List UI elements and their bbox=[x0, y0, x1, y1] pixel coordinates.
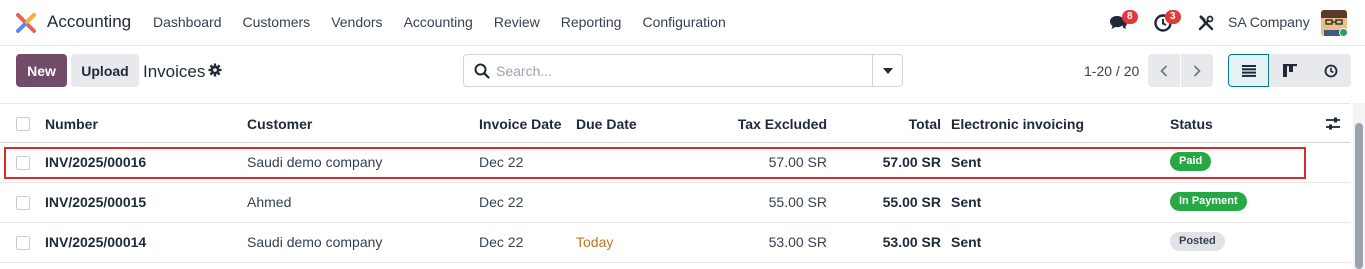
menu-item-configuration[interactable]: Configuration bbox=[642, 14, 725, 30]
search-input[interactable] bbox=[496, 61, 866, 81]
top-navbar: Accounting Dashboard Customers Vendors A… bbox=[0, 0, 1365, 46]
menu-item-dashboard[interactable]: Dashboard bbox=[153, 14, 222, 30]
cell-invoice-date: Dec 22 bbox=[479, 234, 524, 250]
caret-down-icon bbox=[882, 67, 893, 74]
cell-electronic-invoicing: Sent bbox=[951, 194, 982, 210]
cell-tax-excluded: 53.00 SR bbox=[768, 234, 827, 250]
menu-item-review[interactable]: Review bbox=[494, 14, 540, 30]
table-header: Number Customer Invoice Date Due Date Ta… bbox=[0, 103, 1350, 143]
table-row[interactable]: INV/2025/00015 Ahmed Dec 22 55.00 SR 55.… bbox=[0, 183, 1350, 223]
cell-tax-excluded: 55.00 SR bbox=[768, 194, 827, 210]
accounting-app-icon[interactable] bbox=[15, 12, 37, 34]
optional-columns-icon[interactable] bbox=[1325, 116, 1341, 131]
column-header-invoice-date[interactable]: Invoice Date bbox=[479, 116, 561, 132]
list-icon bbox=[1241, 64, 1256, 77]
select-all-checkbox[interactable] bbox=[16, 117, 30, 131]
menu-item-accounting[interactable]: Accounting bbox=[404, 14, 473, 30]
cell-number: INV/2025/00014 bbox=[45, 234, 147, 250]
search-options-toggle[interactable] bbox=[872, 55, 902, 86]
menu-item-vendors[interactable]: Vendors bbox=[331, 14, 382, 30]
cell-total: 53.00 SR bbox=[882, 234, 941, 250]
cell-customer: Saudi demo company bbox=[247, 234, 383, 250]
activity-view-button[interactable] bbox=[1310, 54, 1351, 87]
column-header-tax-excluded[interactable]: Tax Excluded bbox=[700, 116, 827, 132]
app-name[interactable]: Accounting bbox=[47, 12, 131, 32]
table-row[interactable]: INV/2025/00014 Saudi demo company Dec 22… bbox=[0, 223, 1350, 263]
search-bar bbox=[463, 54, 903, 87]
clock-icon bbox=[1324, 64, 1337, 77]
tools-icon[interactable] bbox=[1198, 15, 1214, 31]
cell-electronic-invoicing: Sent bbox=[951, 234, 982, 250]
column-header-total[interactable]: Total bbox=[841, 116, 941, 132]
column-header-number[interactable]: Number bbox=[45, 116, 98, 132]
cell-invoice-date: Dec 22 bbox=[479, 194, 524, 210]
company-switcher[interactable]: SA Company bbox=[1228, 14, 1310, 30]
search-icon bbox=[474, 63, 490, 79]
row-highlight-outline bbox=[4, 147, 1306, 179]
row-checkbox[interactable] bbox=[16, 196, 30, 210]
gear-icon[interactable] bbox=[208, 63, 222, 77]
chevron-right-icon bbox=[1193, 64, 1201, 77]
messages-badge: 8 bbox=[1122, 10, 1138, 24]
menu-item-reporting[interactable]: Reporting bbox=[561, 14, 622, 30]
main-menu: Dashboard Customers Vendors Accounting R… bbox=[153, 14, 747, 30]
list-view-button[interactable] bbox=[1228, 54, 1269, 87]
activities-badge: 3 bbox=[1165, 10, 1181, 24]
pager-previous-button[interactable] bbox=[1148, 54, 1180, 87]
scrollbar-thumb[interactable] bbox=[1355, 123, 1363, 269]
kanban-icon bbox=[1282, 64, 1297, 77]
chevron-left-icon bbox=[1160, 64, 1168, 77]
new-button[interactable]: New bbox=[16, 54, 67, 87]
status-badge: Posted bbox=[1170, 232, 1225, 251]
column-header-due-date[interactable]: Due Date bbox=[576, 116, 637, 132]
pager-value[interactable]: 1-20 / 20 bbox=[1084, 63, 1139, 79]
cell-total: 55.00 SR bbox=[882, 194, 941, 210]
upload-button[interactable]: Upload bbox=[71, 54, 139, 87]
row-checkbox[interactable] bbox=[16, 236, 30, 250]
cell-due-date: Today bbox=[576, 234, 614, 250]
cell-customer: Ahmed bbox=[247, 194, 292, 210]
column-header-status[interactable]: Status bbox=[1170, 116, 1213, 132]
page-title[interactable]: Invoices bbox=[143, 62, 205, 82]
cell-number: INV/2025/00015 bbox=[45, 194, 147, 210]
status-badge: In Payment bbox=[1170, 192, 1247, 211]
menu-item-customers[interactable]: Customers bbox=[243, 14, 311, 30]
kanban-view-button[interactable] bbox=[1269, 54, 1310, 87]
online-status-dot bbox=[1339, 28, 1348, 37]
pager-next-button[interactable] bbox=[1181, 54, 1213, 87]
column-header-electronic-invoicing[interactable]: Electronic invoicing bbox=[951, 116, 1084, 132]
column-header-customer[interactable]: Customer bbox=[247, 116, 312, 132]
